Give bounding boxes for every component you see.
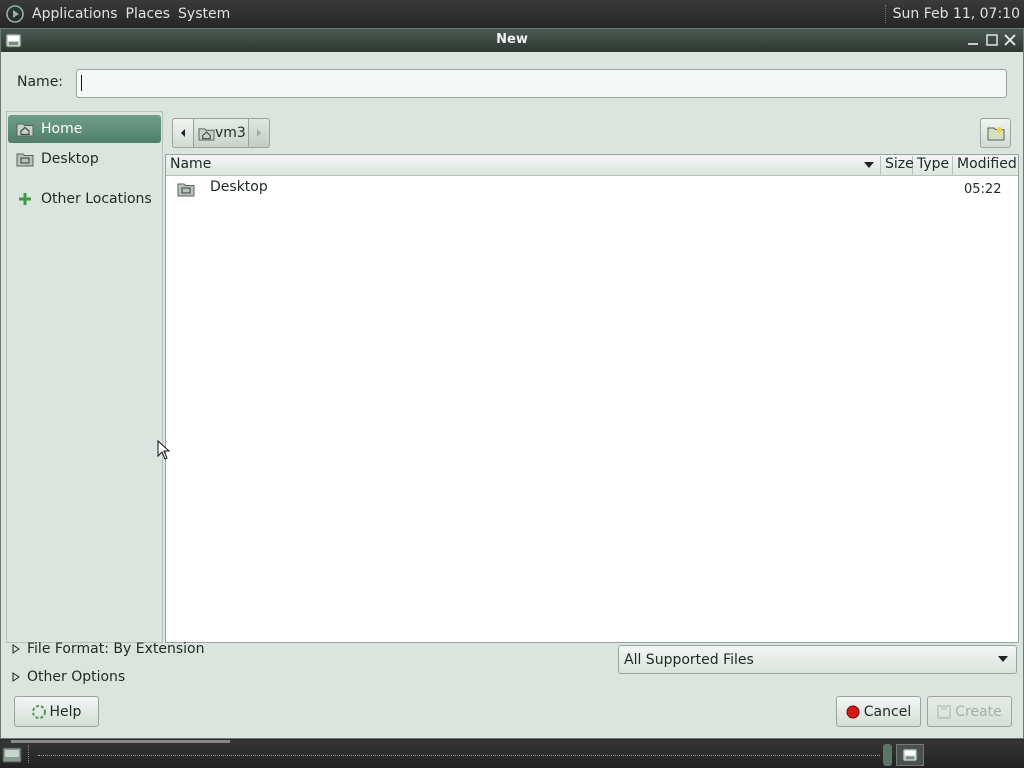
column-header-modified[interactable]: Modified <box>953 156 1018 175</box>
close-icon[interactable] <box>1001 31 1019 49</box>
name-label: Name: <box>17 74 64 90</box>
text-caret <box>81 75 82 91</box>
file-format-expander[interactable]: File Format: By Extension <box>10 641 204 657</box>
help-icon <box>31 704 46 719</box>
minimize-icon[interactable] <box>964 31 982 49</box>
bottom-panel <box>0 740 1024 768</box>
window-title: New <box>496 32 528 47</box>
sidebar-item-home[interactable]: Home <box>8 115 161 143</box>
maximize-icon[interactable] <box>983 31 1001 49</box>
sidebar-item-label: Home <box>41 121 83 137</box>
top-panel: Applications Places System Sun Feb 11, 0… <box>0 0 1024 28</box>
app-icon <box>902 748 918 762</box>
home-folder-icon <box>15 121 35 137</box>
taskbar-window-button[interactable] <box>896 744 924 766</box>
main-menu-icon[interactable] <box>2 1 28 27</box>
cancel-button[interactable]: Cancel <box>836 696 921 727</box>
other-options-expander[interactable]: Other Options <box>10 669 125 685</box>
list-header: Name Size Type Modified <box>166 155 1018 176</box>
arrow-left-icon <box>181 129 185 137</box>
file-modified: 05:22 <box>964 182 1002 197</box>
column-header-size[interactable]: Size <box>881 156 914 175</box>
stop-icon <box>846 705 860 719</box>
create-button[interactable]: Create <box>927 696 1012 727</box>
menu-system[interactable]: System <box>174 6 234 22</box>
path-back-button[interactable] <box>172 118 194 148</box>
folder-icon <box>177 181 195 201</box>
path-segment-home[interactable]: vm3 <box>194 118 248 148</box>
sidebar-item-label: Desktop <box>41 151 99 167</box>
expander-triangle-icon <box>10 644 22 654</box>
clock[interactable]: Sun Feb 11, 07:10 <box>893 6 1020 22</box>
home-folder-icon <box>198 127 215 141</box>
column-header-type[interactable]: Type <box>913 156 953 175</box>
create-folder-button[interactable] <box>980 118 1011 148</box>
desktop-folder-icon <box>15 151 35 167</box>
expander-label: Other Options <box>27 669 126 685</box>
panel-separator <box>884 5 887 23</box>
sidebar-item-label: Other Locations <box>41 191 152 207</box>
save-icon <box>937 704 951 719</box>
table-row[interactable]: Desktop 05:22 <box>166 177 1018 203</box>
arrow-right-icon <box>257 129 261 137</box>
expander-label: File Format: By Extension <box>27 641 205 657</box>
show-desktop-icon[interactable] <box>2 746 22 764</box>
path-forward-button[interactable] <box>248 118 270 148</box>
plus-icon <box>15 191 35 207</box>
panel-resize-handle <box>11 740 230 743</box>
sidebar-item-other-locations[interactable]: Other Locations <box>8 185 161 213</box>
task-list-area <box>38 755 880 756</box>
menu-applications[interactable]: Applications <box>28 6 122 22</box>
name-input[interactable] <box>76 69 1007 98</box>
window-titlebar[interactable]: New <box>1 29 1023 52</box>
workspace-switcher[interactable] <box>883 744 892 766</box>
sort-down-icon <box>864 162 874 168</box>
file-name: Desktop <box>210 179 268 195</box>
sidebar-item-desktop[interactable]: Desktop <box>8 145 161 173</box>
mouse-cursor <box>157 439 171 464</box>
path-segment-label: vm3 <box>215 125 246 141</box>
expander-triangle-icon <box>10 672 22 682</box>
panel-handle[interactable] <box>28 745 31 763</box>
path-bar: vm3 <box>172 118 270 148</box>
new-folder-icon <box>987 127 1004 141</box>
filter-selected-value: All Supported Files <box>624 651 754 668</box>
places-sidebar: Home Desktop Other Locations <box>6 111 163 643</box>
column-header-name[interactable]: Name <box>166 156 881 175</box>
help-button[interactable]: Help <box>14 696 99 727</box>
menu-places[interactable]: Places <box>122 6 175 22</box>
file-list[interactable]: Name Size Type Modified Desktop 05:22 <box>165 154 1019 643</box>
chevron-down-icon <box>998 656 1008 662</box>
file-filter-dropdown[interactable]: All Supported Files <box>618 645 1017 674</box>
save-dialog-window: New Name: Home Desktop Other Locations v… <box>0 28 1024 739</box>
